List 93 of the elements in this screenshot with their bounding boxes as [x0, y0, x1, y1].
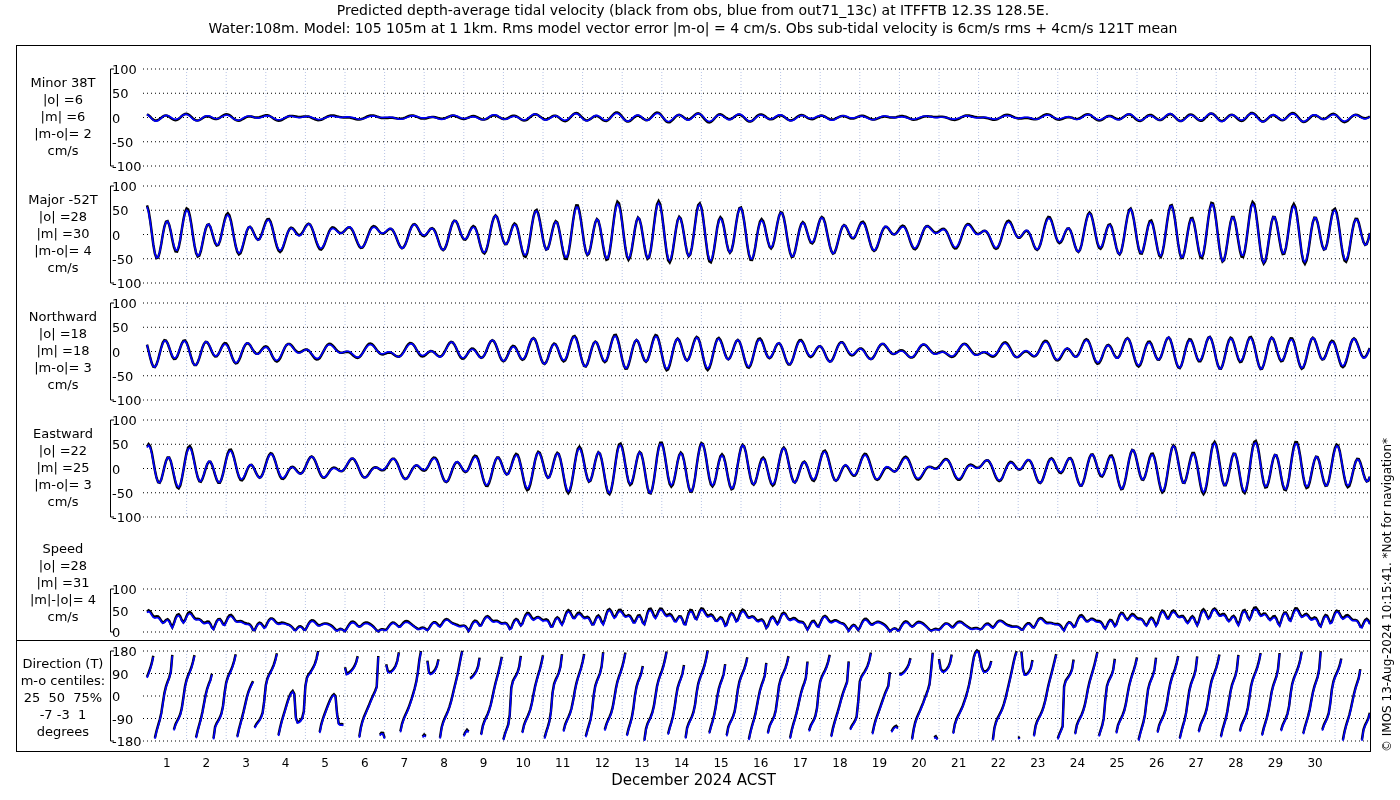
- x-tick-label: 28: [1227, 755, 1245, 771]
- x-tick-label: 4: [280, 755, 291, 771]
- panel-label: |m| =31: [36, 574, 90, 591]
- x-tick-label: 15: [712, 755, 730, 771]
- x-tick-label: 5: [320, 755, 330, 771]
- x-tick-label: 7: [399, 755, 410, 771]
- panel-label: |m| =18: [36, 342, 90, 359]
- y-tick-label: 100: [111, 582, 137, 597]
- x-tick-label: 20: [910, 755, 928, 771]
- y-tick-label: 0: [111, 689, 121, 704]
- x-tick-label: 27: [1187, 755, 1205, 771]
- x-tick-label: 19: [870, 755, 889, 771]
- y-tick-label: 0: [111, 344, 121, 360]
- x-tick-label: 24: [1068, 755, 1087, 771]
- x-tick-label: 3: [241, 755, 251, 771]
- y-tick-label: 100: [111, 179, 137, 194]
- x-tick-label: 18: [831, 755, 849, 771]
- y-tick-label: 100: [111, 296, 137, 311]
- x-tick-label: 14: [672, 755, 691, 771]
- y-tick-label: 50: [111, 320, 129, 336]
- panel-label: |m| =6: [40, 108, 86, 125]
- panel-label: cm/s: [47, 376, 79, 393]
- panel-label: |o| =22: [38, 442, 88, 459]
- panel-label: 25 50 75%: [23, 689, 103, 706]
- x-tick-label: 26: [1148, 755, 1166, 771]
- x-tick-label: 22: [989, 755, 1007, 771]
- y-tick-label: -180: [111, 734, 142, 749]
- y-tick-label: 50: [111, 603, 129, 619]
- chart-title: Predicted depth-average tidal velocity (black from obs, blue from out71_13c) at ITFFTB 12.3S 128.5E.: [336, 1, 1050, 19]
- x-tick-label: 12: [593, 755, 611, 771]
- y-axis-line: [109, 588, 115, 633]
- x-tick-label: 13: [633, 755, 651, 771]
- x-tick-label: 6: [359, 755, 370, 771]
- panel-label: Northward: [28, 308, 98, 325]
- panel-label: |o| =28: [38, 557, 88, 574]
- y-tick-label: -100: [111, 393, 142, 408]
- panel-label: cm/s: [47, 608, 79, 625]
- y-tick-label: 0: [111, 625, 121, 640]
- y-tick-label: 0: [111, 110, 121, 126]
- x-tick-label: 23: [1029, 755, 1047, 771]
- panel-label: |m-o|= 4: [34, 242, 92, 259]
- credit-note: © IMOS 13-Aug-2024 10:15:41. *Not for navigation*: [1379, 437, 1395, 753]
- y-tick-label: -100: [111, 510, 142, 525]
- x-tick-label: 25: [1108, 755, 1126, 771]
- x-tick-label: 29: [1266, 755, 1285, 771]
- panel-label: Major -52T: [28, 191, 98, 208]
- y-tick-label: 90: [111, 666, 129, 682]
- y-tick-label: -50: [111, 485, 134, 501]
- y-tick-label: 50: [111, 203, 129, 219]
- panel-label: Eastward: [32, 425, 93, 442]
- panel-label: m-o centiles:: [20, 672, 106, 689]
- panel-label: |m-o|= 2: [34, 125, 92, 142]
- panel-label: |m| =30: [36, 225, 90, 242]
- y-tick-label: 180: [111, 644, 137, 659]
- panel-label: cm/s: [47, 493, 79, 510]
- x-tick-label: 11: [554, 755, 572, 771]
- x-tick-label: 30: [1306, 755, 1324, 771]
- y-tick-label: 0: [111, 227, 121, 243]
- x-tick-label: 10: [514, 755, 532, 771]
- y-tick-label: 100: [111, 413, 137, 428]
- panel-label: |o| =28: [38, 208, 88, 225]
- panel-label: |o| =6: [42, 91, 83, 108]
- panel-label: |m-o|= 3: [34, 476, 92, 493]
- y-tick-label: 50: [111, 86, 129, 102]
- panel-label: degrees: [36, 723, 90, 740]
- panel-label: |m| =25: [36, 459, 90, 476]
- y-tick-label: 50: [111, 437, 129, 453]
- panel-label: Direction (T): [22, 655, 104, 672]
- x-tick-label: 9: [478, 755, 489, 771]
- y-tick-label: 100: [111, 62, 137, 77]
- x-tick-label: 17: [791, 755, 809, 771]
- x-tick-label: 21: [950, 755, 968, 771]
- panel-label: cm/s: [47, 259, 79, 276]
- y-tick-label: -100: [111, 159, 142, 174]
- y-tick-label: -50: [111, 368, 134, 384]
- panel-label: -7 -3 1: [39, 706, 87, 723]
- x-tick-label: 2: [201, 755, 212, 771]
- panel-label: |m-o|= 3: [34, 359, 92, 376]
- y-tick-label: -100: [111, 276, 142, 291]
- y-tick-label: -50: [111, 134, 134, 150]
- panel-label: |o| =18: [38, 325, 88, 342]
- x-tick-label: 8: [439, 755, 449, 771]
- x-tick-label: 1: [161, 755, 172, 771]
- x-tick-label: 16: [752, 755, 770, 771]
- y-tick-label: 0: [111, 461, 121, 477]
- panel-label: |m|-|o|= 4: [29, 591, 97, 608]
- panel-label: cm/s: [47, 142, 79, 159]
- y-tick-label: -50: [111, 251, 134, 267]
- panel-label: Minor 38T: [30, 74, 96, 91]
- chart-title: Water:108m. Model: 105 105m at 1 1km. Rms model vector error |m-o| = 4 cm/s. Obs sub-tidal velocity is 6cm/s rms + 4cm/s 121T mean: [208, 19, 1178, 37]
- x-axis-label: December 2024 ACST: [611, 771, 776, 789]
- y-tick-label: -90: [111, 711, 134, 727]
- panel-label: Speed: [42, 540, 84, 557]
